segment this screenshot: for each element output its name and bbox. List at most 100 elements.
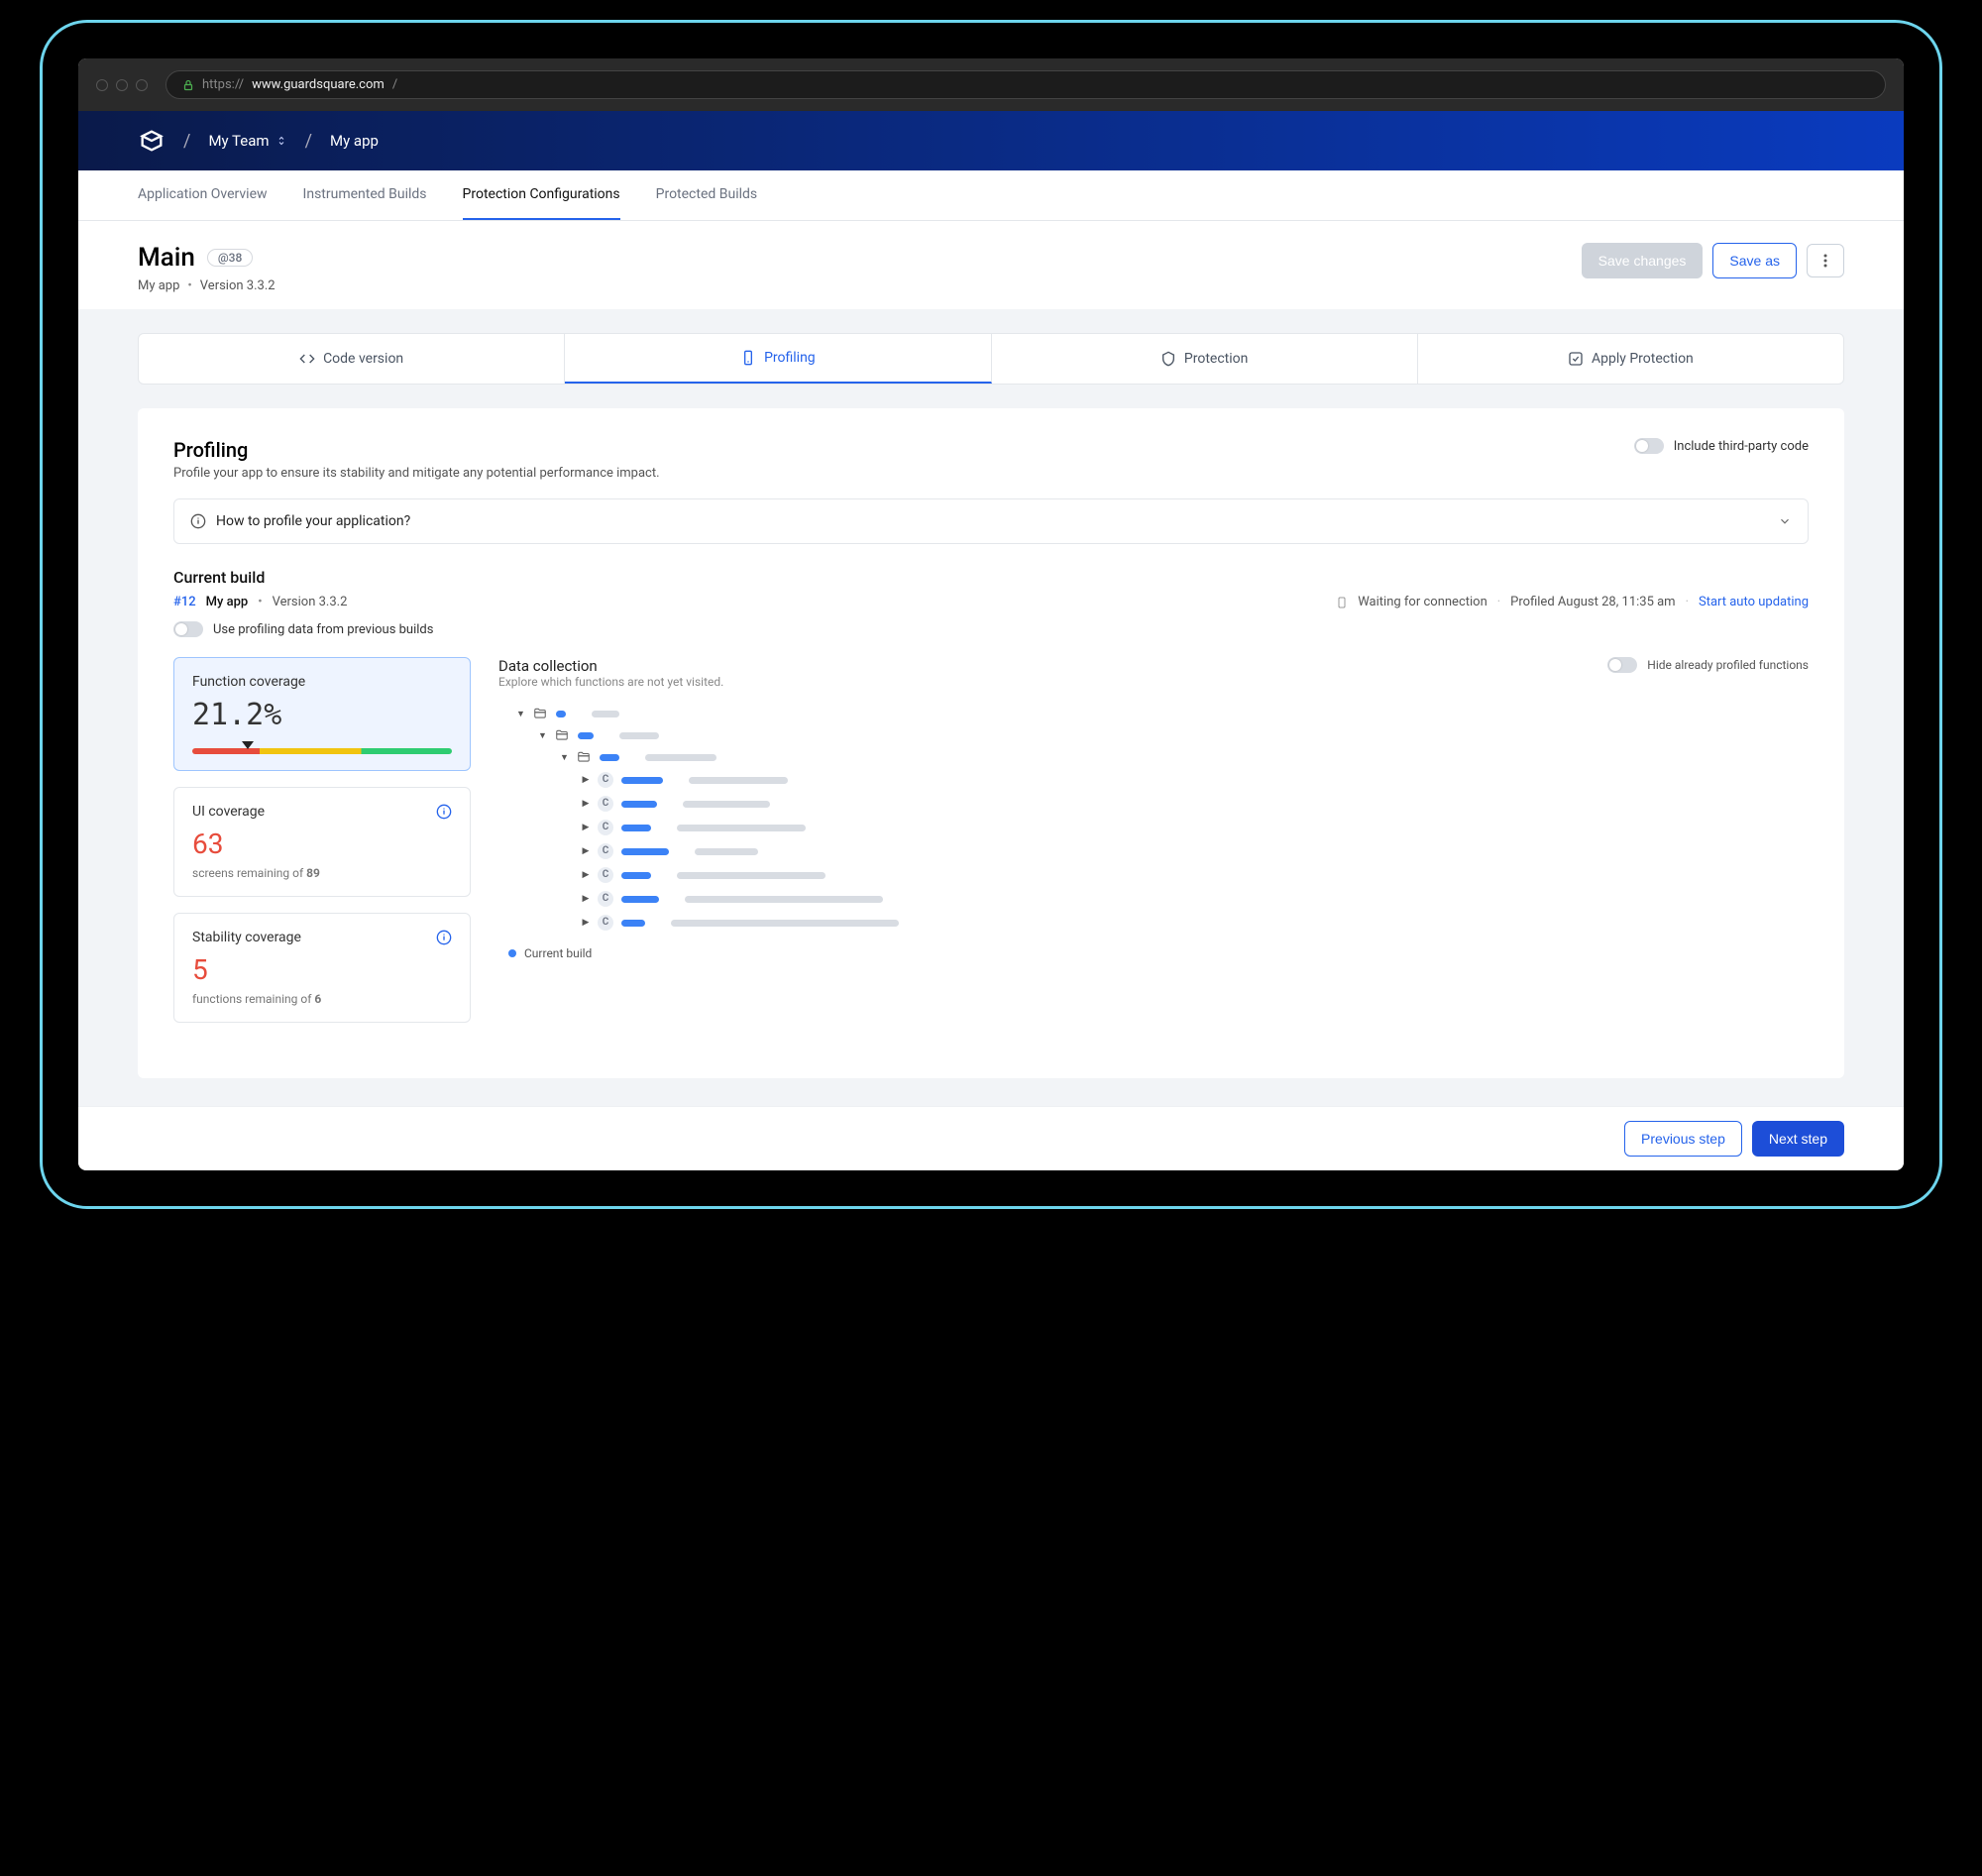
start-auto-updating-link[interactable]: Start auto updating bbox=[1699, 595, 1809, 609]
info-icon[interactable] bbox=[436, 930, 452, 945]
class-icon: C bbox=[598, 796, 613, 812]
dot: • bbox=[187, 278, 191, 293]
build-profiled-time: Profiled August 28, 11:35 am bbox=[1510, 595, 1675, 609]
build-status: Waiting for connection bbox=[1358, 595, 1487, 609]
coverage-bar-remaining bbox=[619, 732, 659, 739]
checkbox-icon bbox=[1568, 351, 1584, 367]
tree-class-row[interactable]: ▶C bbox=[508, 768, 1809, 792]
caret-right-icon[interactable]: ▶ bbox=[582, 775, 590, 785]
tree-class-row[interactable]: ▶C bbox=[508, 839, 1809, 863]
save-as-button[interactable]: Save as bbox=[1712, 243, 1797, 278]
app-version: Version 3.3.2 bbox=[200, 278, 275, 293]
coverage-bar-remaining bbox=[683, 801, 770, 808]
app-name[interactable]: My app bbox=[330, 132, 379, 150]
step-code-version[interactable]: Code version bbox=[139, 334, 565, 384]
legend: Current build bbox=[508, 946, 1809, 960]
tree-folder-row[interactable]: ▼ bbox=[508, 724, 1809, 746]
data-collection-title: Data collection bbox=[498, 657, 723, 675]
team-name: My Team bbox=[208, 132, 269, 150]
caret-down-icon[interactable]: ▼ bbox=[516, 709, 524, 719]
previous-step-button[interactable]: Previous step bbox=[1624, 1121, 1742, 1157]
window-close-icon[interactable] bbox=[96, 79, 108, 91]
caret-right-icon[interactable]: ▶ bbox=[582, 870, 590, 880]
build-id[interactable]: #12 bbox=[173, 595, 196, 609]
step-label: Apply Protection bbox=[1592, 351, 1694, 367]
version-badge: @38 bbox=[207, 249, 253, 267]
coverage-bar-remaining bbox=[685, 896, 883, 903]
tree-class-row[interactable]: ▶C bbox=[508, 792, 1809, 816]
team-selector[interactable]: My Team bbox=[208, 132, 286, 150]
phone-icon bbox=[740, 350, 756, 366]
folder-icon bbox=[576, 750, 592, 764]
tree-class-row[interactable]: ▶C bbox=[508, 816, 1809, 839]
toggle-label: Include third-party code bbox=[1674, 439, 1809, 454]
coverage-bar-remaining bbox=[677, 872, 826, 879]
caret-right-icon[interactable]: ▶ bbox=[582, 823, 590, 832]
accordion-label: How to profile your application? bbox=[216, 513, 410, 529]
tree-class-row[interactable]: ▶C bbox=[508, 911, 1809, 935]
step-protection[interactable]: Protection bbox=[992, 334, 1418, 384]
caret-right-icon[interactable]: ▶ bbox=[582, 846, 590, 856]
window-minimize-icon[interactable] bbox=[116, 79, 128, 91]
tab-protected-builds[interactable]: Protected Builds bbox=[656, 170, 758, 220]
step-label: Protection bbox=[1184, 351, 1248, 367]
tab-instrumented-builds[interactable]: Instrumented Builds bbox=[303, 170, 427, 220]
tree-folder-row[interactable]: ▼ bbox=[508, 746, 1809, 768]
tab-protection-configurations[interactable]: Protection Configurations bbox=[463, 170, 620, 220]
coverage-bar-profiled bbox=[600, 754, 619, 761]
window-maximize-icon[interactable] bbox=[136, 79, 148, 91]
build-version: Version 3.3.2 bbox=[273, 595, 348, 609]
caret-right-icon[interactable]: ▶ bbox=[582, 894, 590, 904]
tree-class-row[interactable]: ▶C bbox=[508, 863, 1809, 887]
info-icon[interactable] bbox=[436, 804, 452, 820]
function-tree: ▼▼▼▶C▶C▶C▶C▶C▶C▶C bbox=[498, 703, 1809, 935]
data-collection-sub: Explore which functions are not yet visi… bbox=[498, 675, 723, 689]
caret-down-icon[interactable]: ▼ bbox=[538, 730, 546, 741]
card-title-label: Stability coverage bbox=[192, 930, 301, 945]
title-row: Main @38 My app • Version 3.3.2 Save cha… bbox=[78, 221, 1904, 309]
toggle-label: Use profiling data from previous builds bbox=[213, 622, 433, 637]
caret-down-icon[interactable]: ▼ bbox=[560, 752, 568, 763]
folder-icon bbox=[554, 728, 570, 742]
tree-class-row[interactable]: ▶C bbox=[508, 887, 1809, 911]
current-build-heading: Current build bbox=[173, 568, 1809, 587]
toggle-third-party-code[interactable] bbox=[1634, 438, 1664, 454]
app-label: My app bbox=[138, 278, 179, 293]
coverage-bar-profiled bbox=[578, 732, 594, 739]
coverage-bar-profiled bbox=[621, 801, 657, 808]
coverage-bar-remaining bbox=[671, 920, 899, 927]
more-menu-button[interactable] bbox=[1807, 244, 1844, 277]
legend-label: Current build bbox=[524, 946, 592, 960]
caret-right-icon[interactable]: ▶ bbox=[582, 918, 590, 928]
address-bar[interactable]: https://www.guardsquare.com/ bbox=[165, 70, 1886, 99]
code-icon bbox=[299, 351, 315, 367]
class-icon: C bbox=[598, 867, 613, 883]
accordion-how-to-profile[interactable]: How to profile your application? bbox=[173, 498, 1809, 544]
coverage-bar-remaining bbox=[645, 754, 716, 761]
step-apply-protection[interactable]: Apply Protection bbox=[1418, 334, 1843, 384]
toggle-label: Hide already profiled functions bbox=[1647, 658, 1809, 672]
tree-folder-row[interactable]: ▼ bbox=[508, 703, 1809, 724]
next-step-button[interactable]: Next step bbox=[1752, 1121, 1844, 1157]
coverage-bar-profiled bbox=[621, 825, 651, 831]
function-coverage-value: 21.2% bbox=[192, 698, 452, 732]
panel-subtitle: Profile your app to ensure its stability… bbox=[173, 466, 660, 481]
tab-application-overview[interactable]: Application Overview bbox=[138, 170, 268, 220]
step-profiling[interactable]: Profiling bbox=[565, 334, 991, 384]
ui-coverage-value: 63 bbox=[192, 828, 452, 860]
kebab-icon bbox=[1823, 254, 1827, 268]
toggle-previous-builds[interactable] bbox=[173, 621, 203, 637]
caret-right-icon[interactable]: ▶ bbox=[582, 799, 590, 809]
guardsquare-logo-icon[interactable] bbox=[138, 127, 165, 155]
url-protocol: https:// bbox=[202, 77, 244, 92]
breadcrumb-sep: / bbox=[183, 131, 190, 152]
card-stability-coverage: Stability coverage 5 functions remaining… bbox=[173, 913, 471, 1023]
toggle-hide-profiled[interactable] bbox=[1607, 657, 1637, 673]
shield-icon bbox=[1160, 351, 1176, 367]
lock-icon bbox=[182, 79, 194, 91]
chevron-down-icon bbox=[1778, 514, 1792, 528]
top-nav: / My Team / My app bbox=[78, 111, 1904, 170]
stability-total: 6 bbox=[314, 992, 321, 1006]
ui-coverage-total: 89 bbox=[306, 866, 320, 880]
build-app: My app bbox=[206, 595, 249, 609]
